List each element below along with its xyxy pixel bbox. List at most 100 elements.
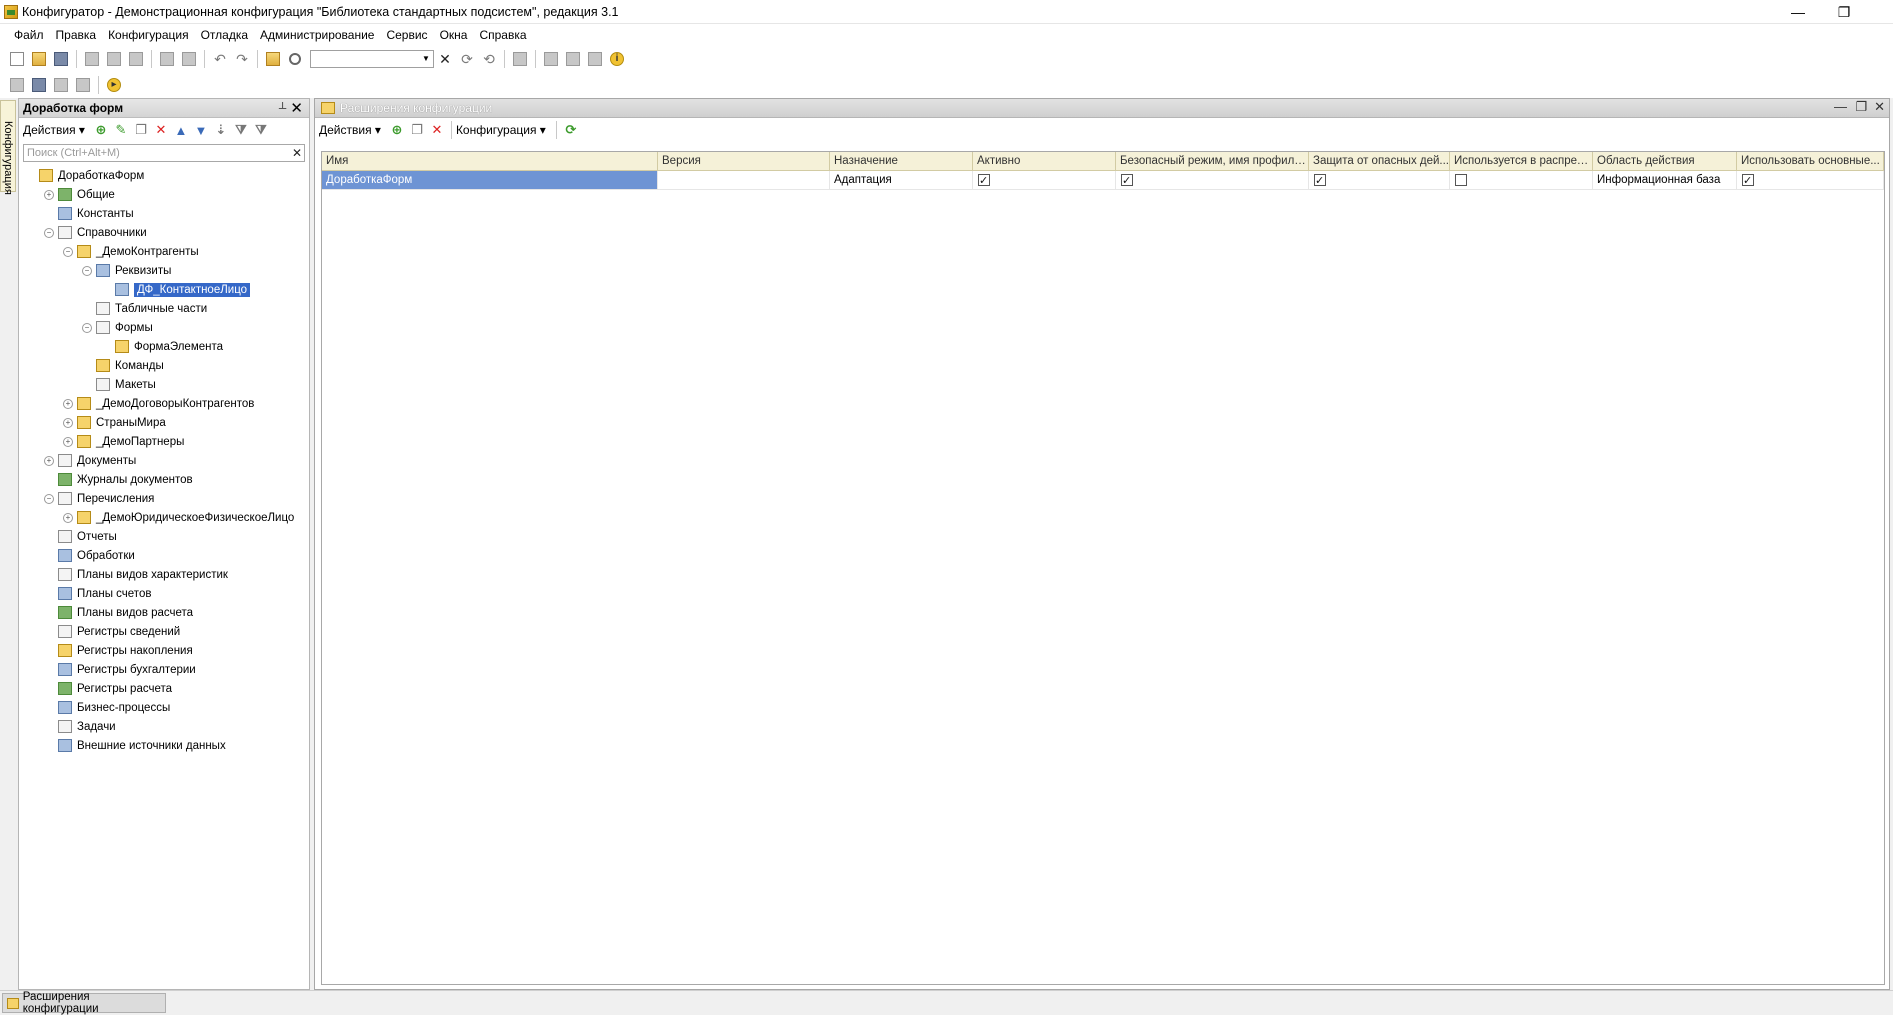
pin-icon[interactable]: ⊥ [278,101,287,112]
safe-mode-checkbox[interactable] [1121,172,1133,189]
tree-search-input[interactable]: Поиск (Ctrl+Alt+M) ✕ [23,144,305,162]
tree-item[interactable]: Бизнес-процессы [19,698,309,717]
collapse-icon[interactable]: − [63,246,73,257]
menu-configuration[interactable]: Конфигурация [102,26,195,44]
tree-item[interactable]: Регистры расчета [19,679,309,698]
tree-item[interactable]: − Формы [19,318,309,337]
active-checkbox[interactable] [978,172,990,189]
menu-help[interactable]: Справка [473,26,532,44]
menu-debug[interactable]: Отладка [195,26,254,44]
expand-icon[interactable]: + [44,189,54,200]
tree-item[interactable]: Планы счетов [19,584,309,603]
table-row[interactable]: ДоработкаФорм Адаптация Информационная б… [322,171,1884,190]
menu-edit[interactable]: Правка [50,26,103,44]
column-header-active[interactable]: Активно [973,152,1116,170]
tree-item[interactable]: − _ДемоКонтрагенты [19,242,309,261]
tree-item[interactable]: ДоработкаФорм [19,166,309,185]
copy-icon[interactable]: ❐ [131,120,151,140]
undo-button[interactable]: ↶ [209,48,231,70]
ext-actions-menu-button[interactable]: Действия ▾ [319,123,381,137]
edit-icon[interactable]: ✎ [111,120,131,140]
distributed-checkbox[interactable] [1455,173,1467,186]
tree-item[interactable]: + _ДемоЮридическоеФизическоеЛицо [19,508,309,527]
find-next-button[interactable]: ⟳ [456,48,478,70]
cut-button[interactable] [81,48,103,70]
column-header-distributed[interactable]: Используется в распред... [1450,152,1593,170]
clear-filter-icon[interactable]: ⧩ [251,120,271,140]
tree-item[interactable]: Журналы документов [19,470,309,489]
column-header-purpose[interactable]: Назначение [830,152,973,170]
collapse-icon[interactable]: − [44,493,54,504]
restore-button[interactable]: ❐ [1821,0,1867,24]
search-button[interactable] [284,48,306,70]
column-header-name[interactable]: Имя [322,152,658,170]
run-button[interactable]: ▸ [103,74,125,96]
tree-item[interactable]: Регистры накопления [19,641,309,660]
expand-icon[interactable]: + [63,436,73,447]
find-prev-button[interactable]: ⟲ [478,48,500,70]
delete-extension-icon[interactable]: ✕ [427,120,447,140]
minimize-icon[interactable]: — [1834,99,1847,114]
find-in-tree-button[interactable] [262,48,284,70]
windows-button[interactable] [509,48,531,70]
toolbar2-button-2[interactable] [28,74,50,96]
tree-item[interactable]: + _ДемоПартнеры [19,432,309,451]
use-main-checkbox[interactable] [1742,172,1754,189]
menu-service[interactable]: Сервис [380,26,433,44]
close-icon[interactable]: ✕ [1874,99,1885,115]
restore-icon[interactable]: ❐ [1855,99,1867,115]
configuration-menu-button[interactable]: Конфигурация ▾ [456,123,546,137]
tree-item[interactable]: Регистры бухгалтерии [19,660,309,679]
minimize-button[interactable]: — [1775,0,1821,24]
delete-icon[interactable]: ✕ [151,120,171,140]
open-button[interactable] [28,48,50,70]
add-icon[interactable]: ⊕ [91,120,111,140]
column-header-protection[interactable]: Защита от опасных дей... [1309,152,1450,170]
new-button[interactable] [6,48,28,70]
protection-checkbox[interactable] [1314,172,1326,189]
close-icon[interactable]: ✕ [290,99,303,117]
toolbar2-button-1[interactable] [6,74,28,96]
tree-item[interactable]: Регистры сведений [19,622,309,641]
search-combo[interactable]: ▼ [310,50,434,68]
tree-item[interactable]: + Общие [19,185,309,204]
move-down-icon[interactable]: ▼ [191,120,211,140]
paste-button[interactable] [125,48,147,70]
tree-item[interactable]: ДФ_КонтактноеЛицо [19,280,309,299]
refresh-icon[interactable]: ⟳ [561,120,581,140]
expand-icon[interactable]: + [63,417,73,428]
template-button[interactable] [584,48,606,70]
tree-item[interactable]: Табличные части [19,299,309,318]
clear-search-icon[interactable]: ✕ [292,145,302,161]
tree-item[interactable]: − Реквизиты [19,261,309,280]
redo-button[interactable]: ↷ [231,48,253,70]
tree-item[interactable]: ФормаЭлемента [19,337,309,356]
sort-icon[interactable]: ⇣ [211,120,231,140]
print-preview-button[interactable] [178,48,200,70]
tree-item[interactable]: Задачи [19,717,309,736]
column-header-use-main[interactable]: Использовать основные... [1737,152,1884,170]
column-header-version[interactable]: Версия [658,152,830,170]
tree-item[interactable]: Планы видов расчета [19,603,309,622]
clear-search-button[interactable]: ✕ [434,48,456,70]
expand-icon[interactable]: + [63,398,73,409]
tree-item[interactable]: Макеты [19,375,309,394]
tree-item[interactable]: − Справочники [19,223,309,242]
tree-item[interactable]: Отчеты [19,527,309,546]
tree-item[interactable]: + Документы [19,451,309,470]
collapse-icon[interactable]: − [82,322,92,333]
tree-item[interactable]: Команды [19,356,309,375]
expand-icon[interactable]: + [44,455,54,466]
column-header-scope[interactable]: Область действия [1593,152,1737,170]
chevron-down-icon[interactable]: ▼ [419,51,433,67]
collapse-icon[interactable]: − [44,227,54,238]
copy-button[interactable] [103,48,125,70]
filter-icon[interactable]: ⧩ [231,120,251,140]
configuration-side-tab[interactable]: Конфигурация [0,100,16,195]
copy-extension-icon[interactable]: ❐ [407,120,427,140]
menu-file[interactable]: Файл [8,26,50,44]
tree-item[interactable]: + СтраныМира [19,413,309,432]
taskbar-tab-extensions[interactable]: Расширения конфигурации [2,991,166,1015]
tree-item[interactable]: − Перечисления [19,489,309,508]
cell-purpose[interactable]: Адаптация [830,171,973,189]
